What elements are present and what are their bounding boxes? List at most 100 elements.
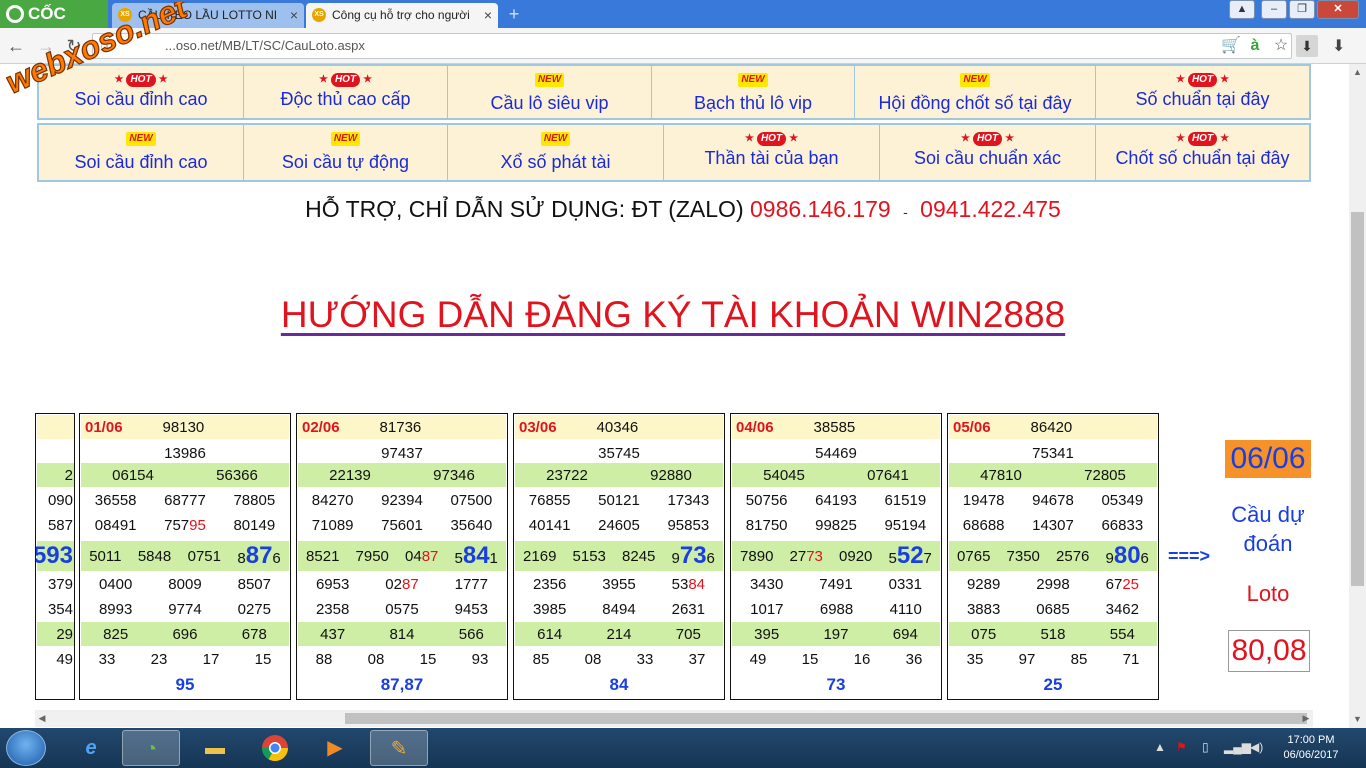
scroll-up-icon[interactable]: ▲ (1349, 64, 1366, 81)
tray-expand-icon[interactable]: ▲ (1154, 740, 1166, 754)
horizontal-scroll-thumb[interactable] (345, 713, 1307, 724)
menu-xo-so-phat-tai[interactable]: NEW Xổ số phát tài (448, 125, 664, 180)
cell: 95194 (884, 516, 927, 534)
menu-so-chuan-tai-day[interactable]: HOT Số chuẩn tại đây (1096, 66, 1309, 118)
menu-bach-thu-lo-vip[interactable]: NEW Bạch thủ lô vip (652, 66, 855, 118)
cell: 0685 (1036, 600, 1070, 618)
menu-hoi-dong-chot-so[interactable]: NEW Hội đồng chốt số tại đây (855, 66, 1096, 118)
highlight-number: 8876 (237, 542, 280, 570)
menu-than-tai-cua-ban[interactable]: HOT Thần tài của bạn (664, 125, 880, 180)
translate-icon[interactable]: à (1245, 36, 1265, 56)
network-warning-icon[interactable]: ⚑ (1176, 740, 1187, 754)
card-row: 35 97 85 71 (949, 647, 1157, 671)
menu-doc-thu-cao-cap[interactable]: HOT Độc thủ cao cấp (244, 66, 448, 118)
guide-link[interactable]: HƯỚNG DẪN ĐĂNG KÝ TÀI KHOẢN WIN2888 (0, 294, 1346, 336)
cell: 8245 (622, 547, 656, 565)
cell: 395 (754, 625, 780, 643)
url-text[interactable]: ...oso.net/MB/LT/SC/CauLoto.aspx (165, 34, 365, 58)
cell: 7350 (1006, 547, 1040, 565)
cell: 678 (241, 625, 267, 643)
phone-1[interactable]: 0986.146.179 (750, 196, 891, 222)
tab-label: CẦU KÈO LẦU LOTTO NI (138, 8, 278, 22)
cell: 22139 (329, 466, 371, 484)
cell: 9 (1105, 550, 1114, 567)
cell: 7 (923, 550, 932, 567)
chrome-icon[interactable] (246, 730, 304, 766)
tab-cong-cu[interactable]: XS Công cụ hỗ trợ cho người × (306, 3, 498, 28)
paint-icon[interactable]: ✎ (370, 730, 428, 766)
prediction-subtitle: Loto (1246, 581, 1290, 606)
matched-digits: 84 (688, 575, 705, 593)
horizontal-scrollbar[interactable]: ◀ ▶ (35, 710, 1313, 727)
start-button[interactable] (6, 730, 46, 766)
battery-icon[interactable]: ▯ (1202, 740, 1209, 754)
menu-soi-cau-dinh-cao[interactable]: HOT Soi cầu đỉnh cao (39, 66, 244, 118)
back-icon[interactable]: ← (4, 34, 28, 58)
cell: 5 (888, 550, 897, 567)
menu-soi-cau-tu-dong[interactable]: NEW Soi cầu tự động (244, 125, 448, 180)
menu-icon[interactable]: ⬇ (1332, 36, 1345, 56)
address-bar[interactable]: ⓘ ...oso.net/MB/LT/SC/CauLoto.aspx 🛒 à ☆ (92, 33, 1292, 59)
vertical-scrollbar[interactable]: ▲ ▼ (1349, 64, 1366, 728)
cell: 6 (706, 550, 715, 567)
reload-icon[interactable]: ↻ (62, 34, 86, 58)
cell: 97 (1018, 650, 1036, 668)
scroll-left-icon[interactable]: ◀ (35, 710, 49, 727)
card-row: 614 214 705 (515, 622, 723, 646)
vertical-scroll-thumb[interactable] (1351, 212, 1364, 586)
restore-icon[interactable]: ❐ (1289, 0, 1315, 19)
signal-icon[interactable]: ▂▄▆ (1224, 740, 1251, 754)
new-tab-button[interactable]: + (504, 5, 524, 23)
volume-icon[interactable]: ◀) (1250, 740, 1263, 754)
menu-cau-lo-sieu-vip[interactable]: NEW Cầu lô siêu vip (448, 66, 652, 118)
card-header: 02/06 81736 (298, 415, 506, 439)
cell: 29 (56, 625, 73, 643)
cell: 92394 (381, 491, 423, 509)
menu-label: Số chuẩn tại đây (1135, 89, 1270, 109)
cell: 35640 (450, 516, 493, 534)
cell: 40141 (528, 516, 571, 534)
scroll-down-icon[interactable]: ▼ (1349, 711, 1366, 728)
close-tab-icon[interactable]: × (484, 3, 492, 27)
card-row: 0400 8009 8507 (81, 572, 289, 596)
close-tab-icon[interactable]: × (290, 3, 298, 27)
cell: 17343 (667, 491, 710, 509)
cell: 2576 (1056, 547, 1090, 565)
cell: 705 (675, 625, 701, 643)
tab-cau-keo[interactable]: XS CẦU KÈO LẦU LOTTO NI × (112, 3, 304, 28)
cell: 0575 (385, 600, 419, 618)
info-icon[interactable]: ⓘ (97, 36, 117, 56)
minimize-icon[interactable]: – (1261, 0, 1287, 19)
cell: 86420 (1030, 418, 1073, 436)
cell: 0920 (839, 547, 873, 565)
menu-soi-cau-dinh-cao-2[interactable]: NEW Soi cầu đỉnh cao (39, 125, 244, 180)
menu-chot-so-chuan[interactable]: HOT Chốt số chuẩn tại đây (1096, 125, 1309, 180)
media-player-icon[interactable]: ▶ (306, 730, 364, 766)
cell: 05349 (1101, 491, 1144, 509)
matched-digits: 87 (401, 575, 419, 593)
close-window-icon[interactable]: ✕ (1317, 0, 1359, 19)
phone-2[interactable]: 0941.422.475 (920, 196, 1061, 222)
cell: 379 (47, 575, 73, 593)
menu-soi-cau-chuan-xac[interactable]: HOT Soi cầu chuẩn xác (880, 125, 1096, 180)
menu-label: Soi cầu đỉnh cao (74, 89, 208, 109)
user-icon[interactable]: ▲ (1229, 0, 1255, 19)
menu-label: Bạch thủ lô vip (693, 93, 813, 113)
clock[interactable]: 17:00 PM 06/06/2017 (1268, 733, 1354, 763)
folder-icon[interactable]: ▬ (186, 730, 244, 766)
coccoc-taskbar-icon[interactable]: ◔ (122, 730, 180, 766)
cell: 2 (64, 466, 73, 484)
ie-icon[interactable]: e (62, 730, 120, 766)
cart-icon[interactable]: 🛒 (1221, 36, 1241, 56)
menu-label: Soi cầu đỉnh cao (74, 152, 208, 172)
card-row: 3430 7491 0331 (732, 572, 940, 596)
cell: 3955 (602, 575, 636, 593)
cell: 5848 (137, 547, 172, 565)
scroll-right-icon[interactable]: ▶ (1299, 710, 1313, 727)
partial-result-card: 2 090 587 593 379 354 29 49 (35, 413, 75, 700)
card-row: 29 (37, 622, 74, 646)
download-icon[interactable]: ⬇ (1296, 35, 1318, 57)
forward-icon[interactable]: → (34, 34, 58, 58)
coccoc-logo[interactable]: CỐC CỐC (0, 0, 108, 51)
bookmark-star-icon[interactable]: ☆ (1271, 36, 1291, 56)
